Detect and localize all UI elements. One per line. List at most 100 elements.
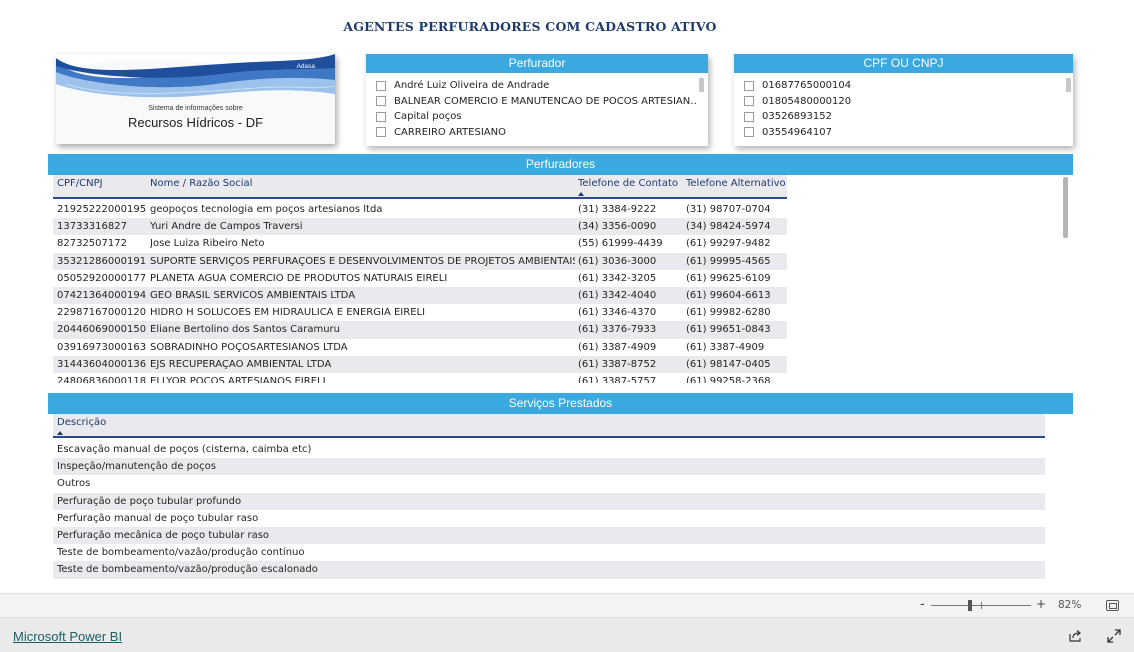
zoom-slider-default-tick [981,602,982,609]
cell-telefone-alternativo: (61) 3387-4909 [686,341,765,353]
slicer-item[interactable]: CARREIRO ARTESIANO [376,125,698,141]
share-icon[interactable] [1068,629,1082,643]
cell-telefone: (34) 3356-0090 [578,221,657,233]
column-header-telefone[interactable]: Telefone de Contato [578,178,678,189]
column-header-telefone-alternativo[interactable]: Telefone Alternativo [686,178,786,189]
cell-nome: Eliane Bertolino dos Santos Caramuru [150,324,340,336]
footer: Microsoft Power BI [0,617,1134,652]
table-row[interactable]: Inspeção/manutenção de poços [53,458,1045,476]
table-row[interactable]: Outros [53,475,1045,492]
slicer-item[interactable]: André Luiz Oliveira de Andrade [376,78,698,94]
table-row[interactable]: 21925222000195 geopoços tecnologia em poç… [53,201,787,218]
cell-cpf-cnpj: 05052920000177 [57,272,147,284]
cell-telefone: (61) 3376-7933 [578,324,657,336]
cell-cpf-cnpj: 13733316827 [57,221,127,233]
table-row[interactable]: Teste de bombeamento/vazão/produção cont… [53,544,1045,561]
slicer-scrollbar[interactable] [1066,78,1071,92]
zoom-bar: - + 82% [0,593,1134,617]
power-bi-link[interactable]: Microsoft Power BI [13,629,122,644]
logo-waves [56,54,335,98]
slicer-item[interactable]: 01805480000120 [744,94,1063,110]
zoom-out-button[interactable]: - [920,597,925,612]
cell-descricao: Teste de bombeamento/vazão/produção cont… [57,547,305,559]
column-header-cpf[interactable]: CPF/CNPJ [57,178,103,189]
cell-nome: Jose Luiza Ribeiro Neto [150,238,265,250]
table-row[interactable]: Teste de bombeamento/vazão/produção esca… [53,561,1045,579]
cell-nome: Yuri Andre de Campos Traversi [150,221,303,233]
slicer-scrollbar[interactable] [699,78,704,92]
checkbox[interactable] [744,96,754,107]
fit-to-page-icon[interactable] [1106,600,1119,611]
slicer-item[interactable]: 03554964107 [744,125,1063,141]
cell-descricao: Escavação manual de poços (cisterna, cai… [57,444,312,455]
cell-telefone-alternativo: (34) 98424-5974 [686,221,771,233]
cell-nome: geopoços tecnologia em poços artesianos … [150,204,383,215]
table-row[interactable]: 20446069000150 Eliane Bertolino dos Santo… [53,321,787,339]
slicer-item-label: 01687765000104 [762,80,852,92]
checkbox[interactable] [376,96,386,107]
cell-nome: ELLYOR POÇOS ARTESIANOS EIRELI [150,375,326,383]
logo-subtitle: Sistema de informações sobre [148,105,243,112]
slicer-item-label: BALNEAR COMERCIO E MANUTENCAO DE POCOS A… [394,95,698,107]
cpf-cnpj-slicer-header: CPF OU CNPJ [734,54,1073,73]
table-row[interactable]: 22987167000120 HIDRO H SOLUCOES EM HIDRAU… [53,304,787,321]
servicos-table-body: Escavação manual de poços (cisterna, cai… [53,441,1045,579]
slicer-item[interactable]: BALNEAR COMERCIO E MANUTENCAO DE POCOS A… [376,94,698,110]
table-row[interactable]: 31443604000136 EJS RECUPERAÇÃO AMBIENTAL … [53,355,787,373]
cell-telefone-alternativo: (61) 99982-6280 [686,307,771,319]
cell-telefone-alternativo: (61) 99604-6613 [686,289,771,301]
slicer-item-label: 01805480000120 [762,95,852,107]
slicer-item[interactable]: Capital poços [376,109,698,125]
slicer-item-label: 03526893152 [762,111,832,123]
checkbox[interactable] [376,111,386,122]
cell-telefone: (61) 3387-8752 [578,358,657,370]
table-row[interactable]: Perfuração mecânica de poço tubular raso [53,526,1045,545]
table-row[interactable]: 05052920000177 PLANETA AGUA COMERCIO DE P… [53,270,787,287]
cell-telefone-alternativo: (31) 98707-0704 [686,204,771,215]
cell-telefone-alternativo: (61) 99297-9482 [686,238,771,250]
expand-icon[interactable] [1107,629,1121,643]
cell-telefone-alternativo: (61) 99651-0843 [686,324,771,336]
column-header-nome[interactable]: Nome / Razão Social [150,178,252,189]
table-row[interactable]: 03916973000163 SOBRADINHO POÇOSARTESIANOS… [53,339,787,356]
checkbox[interactable] [744,127,754,138]
cell-telefone: (61) 3387-5757 [578,375,657,383]
cell-telefone: (61) 3342-3205 [578,272,657,284]
checkbox[interactable] [376,127,386,138]
sort-ascending-icon [578,192,584,196]
table-row[interactable]: 35321286000191 SUPORTE SERVIÇOS PERFURAÇÕ… [53,252,787,270]
table-row[interactable]: 24806836000118 ELLYOR POÇOS ARTESIANOS EI… [53,373,787,383]
zoom-in-button[interactable]: + [1036,597,1046,611]
slicer-item[interactable]: 01687765000104 [744,78,1063,94]
cell-telefone: (31) 3384-9222 [578,204,657,215]
cell-cpf-cnpj: 03916973000163 [57,341,147,353]
table-row[interactable]: Perfuração manual de poço tubular raso [53,510,1045,527]
cell-nome: PLANETA AGUA COMERCIO DE PRODUTOS NATURA… [150,272,448,284]
column-header-descricao[interactable]: Descrição [57,417,106,428]
checkbox[interactable] [376,80,386,91]
cell-cpf-cnpj: 22987167000120 [57,307,147,319]
cell-descricao: Outros [57,478,91,490]
slicer-item-label: André Luiz Oliveira de Andrade [394,80,550,92]
perfuradores-scrollbar[interactable] [1063,177,1068,238]
cell-cpf-cnpj: 07421364000194 [57,289,147,301]
slicer-item[interactable]: 03526893152 [744,109,1063,125]
cell-telefone-alternativo: (61) 99625-6109 [686,272,771,284]
cell-cpf-cnpj: 24806836000118 [57,375,147,383]
checkbox[interactable] [744,80,754,91]
table-row[interactable]: 82732507172 Jose Luiza Ribeiro Neto (55) 6… [53,235,787,252]
zoom-slider-thumb[interactable] [968,600,972,611]
cell-cpf-cnpj: 31443604000136 [57,358,147,370]
cell-nome: EJS RECUPERAÇÃO AMBIENTAL LTDA [150,358,332,370]
table-row[interactable]: 13733316827 Yuri Andre de Campos Traversi… [53,218,787,236]
cell-nome: SUPORTE SERVIÇOS PERFURAÇÕES E DESENVOLV… [150,255,575,267]
perfuradores-table-header: CPF/CNPJ Nome / Razão Social Telefone de… [53,175,787,199]
table-row[interactable]: Escavação manual de poços (cisterna, cai… [53,441,1045,458]
checkbox[interactable] [744,111,754,122]
zoom-level: 82% [1058,599,1082,611]
page-title: AGENTES PERFURADORES COM CADASTRO ATIVO [343,19,717,34]
table-row[interactable]: 07421364000194 GEO BRASIL SERVICOS AMBIEN… [53,286,787,305]
table-row[interactable]: Perfuração de poço tubular profundo [53,492,1045,510]
cell-cpf-cnpj: 35321286000191 [57,255,147,267]
cpf-cnpj-slicer: CPF OU CNPJ 01687765000104 0180548000012… [734,54,1073,146]
